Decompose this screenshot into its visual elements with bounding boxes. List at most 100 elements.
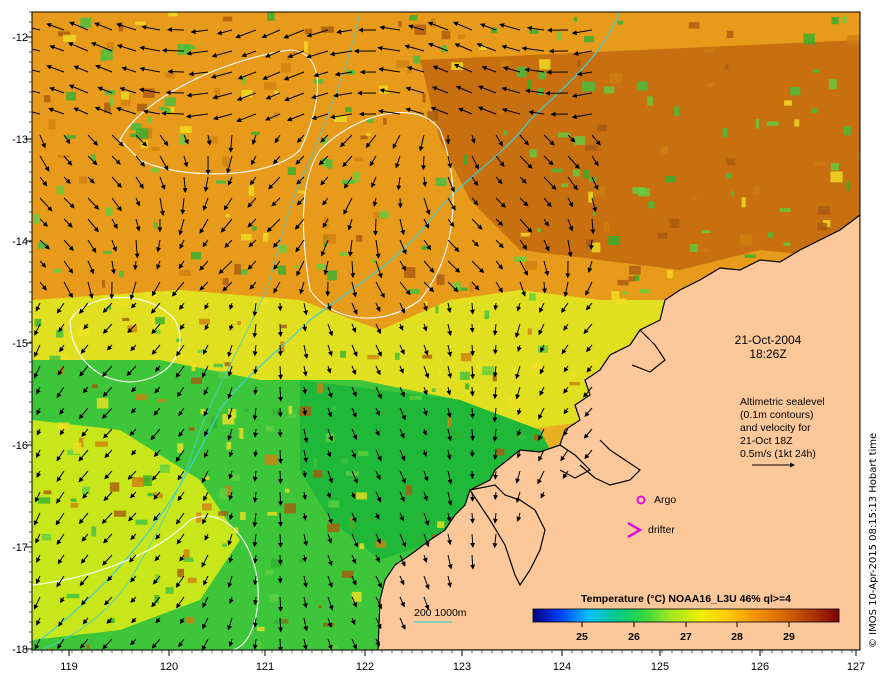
cloud-pixel	[701, 230, 711, 234]
cloud-pixel	[327, 270, 337, 281]
cloud-pixel	[458, 34, 465, 39]
current-arrow	[161, 48, 185, 54]
cloud-pixel	[241, 234, 252, 241]
cloud-pixel	[667, 270, 673, 279]
cloud-pixel	[537, 88, 544, 95]
cloud-pixel	[529, 149, 537, 158]
cloud-pixel	[356, 235, 363, 242]
cloud-pixel	[794, 119, 800, 127]
cloud-pixel	[313, 79, 324, 84]
cloud-pixel	[237, 321, 241, 326]
cloud-pixel	[431, 18, 436, 28]
cloud-pixel	[379, 211, 389, 219]
cloud-pixel	[814, 161, 826, 166]
cloud-pixel	[153, 222, 158, 229]
cloud-pixel	[847, 35, 860, 45]
cloud-pixel	[725, 63, 729, 70]
cloud-pixel	[632, 187, 646, 194]
cloud-pixel	[407, 69, 412, 74]
cloud-pixel	[408, 288, 420, 294]
current-arrow	[421, 155, 427, 171]
lon-label: 120	[160, 661, 178, 673]
cloud-pixel	[96, 397, 109, 409]
cloud-pixel	[636, 81, 648, 91]
cloud-pixel	[452, 282, 461, 291]
current-arrow	[277, 617, 283, 633]
cloud-pixel	[183, 557, 194, 562]
cloud-pixel	[158, 106, 166, 111]
cloud-pixel	[414, 24, 427, 35]
cloud-pixel	[517, 435, 526, 439]
cloud-pixel	[234, 263, 241, 275]
cloud-pixel	[367, 354, 380, 360]
current-arrow	[277, 554, 283, 566]
lon-label: 121	[256, 661, 274, 673]
lon-label: 124	[553, 661, 571, 673]
cloud-pixel	[226, 442, 232, 450]
cloud-pixel	[307, 606, 315, 618]
cloud-pixel	[398, 20, 402, 28]
cloud-pixel	[629, 265, 641, 275]
cloud-pixel	[537, 228, 541, 233]
lat-label: -18	[12, 644, 28, 656]
cloud-pixel	[296, 598, 302, 604]
cloud-pixel	[550, 168, 563, 173]
cloud-pixel	[218, 511, 229, 516]
cloud-pixel	[783, 242, 791, 246]
current-arrow	[469, 512, 475, 524]
cloud-pixel	[422, 354, 433, 359]
cloud-pixel	[508, 397, 520, 408]
cloud-pixel	[574, 136, 586, 145]
current-arrow	[161, 110, 185, 116]
cloud-pixel	[596, 124, 608, 132]
cloud-pixel	[356, 492, 367, 500]
cloud-pixel	[285, 488, 290, 493]
isobath-legend-label: 200 1000m	[414, 607, 467, 619]
cloud-pixel	[177, 568, 184, 578]
cloud-pixel	[143, 475, 152, 486]
cloud-pixel	[611, 291, 620, 301]
cloud-pixel	[617, 20, 624, 25]
cloud-pixel	[179, 270, 191, 277]
cloud-pixel	[278, 265, 286, 275]
current-arrow	[277, 470, 283, 485]
lat-label: -14	[12, 236, 28, 248]
cloud-pixel	[158, 493, 163, 499]
current-arrow	[277, 512, 283, 527]
cloud-pixel	[536, 650, 544, 654]
cloud-pixel	[287, 167, 296, 175]
cloud-pixel	[199, 318, 210, 325]
cloud-pixel	[414, 539, 426, 543]
colorbar-tick-label: 29	[783, 631, 795, 643]
cloud-pixel	[191, 363, 196, 372]
cloud-pixel	[722, 128, 728, 138]
cloud-pixel	[313, 470, 323, 478]
cloud-pixel	[730, 190, 735, 197]
cloud-pixel	[95, 441, 108, 447]
cloud-pixel	[53, 268, 62, 273]
cloud-pixel	[288, 414, 296, 418]
cloud-pixel	[230, 474, 240, 481]
drifter-legend-label: drifter	[648, 524, 675, 536]
cloud-pixel	[41, 533, 52, 541]
cloud-pixel	[130, 133, 137, 138]
cloud-pixel	[404, 267, 416, 278]
cloud-pixel	[168, 12, 178, 17]
cloud-pixel	[843, 126, 851, 136]
cloud-pixel	[753, 187, 760, 195]
cloud-pixel	[33, 214, 40, 224]
cloud-pixel	[784, 100, 792, 106]
cloud-pixel	[830, 163, 839, 171]
cloud-pixel	[177, 443, 184, 453]
cloud-pixel	[520, 232, 530, 237]
cloud-pixel	[263, 232, 269, 242]
cloud-pixel	[527, 79, 531, 90]
cloud-pixel	[56, 185, 65, 195]
cloud-pixel	[498, 110, 504, 114]
current-arrow	[277, 365, 283, 380]
cloud-pixel	[790, 87, 801, 96]
cloud-pixel	[66, 91, 76, 101]
cloud-pixel	[197, 349, 204, 353]
cloud-pixel	[188, 427, 195, 432]
cloud-pixel	[345, 107, 352, 113]
